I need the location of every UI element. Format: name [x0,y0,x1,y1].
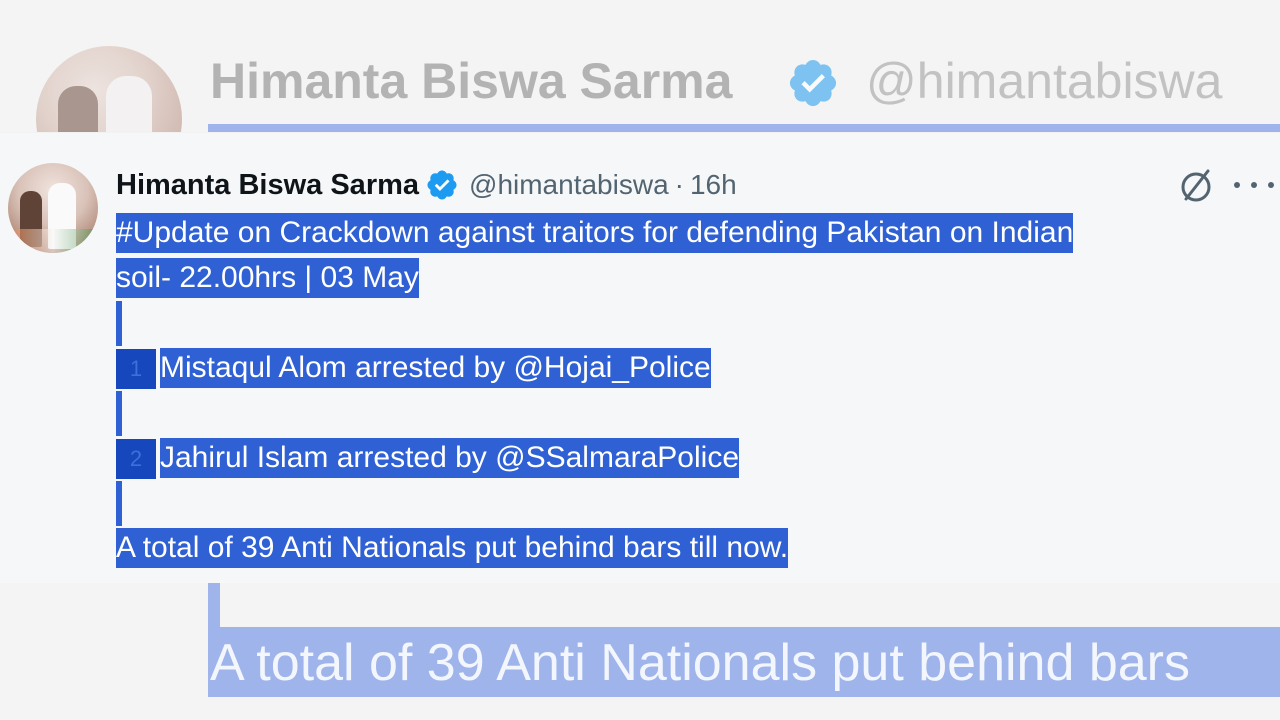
arrest-item-1-text: Mistaqul Alom arrested by @Hojai_Police [160,348,711,388]
more-options-icon[interactable] [1234,167,1274,203]
tweet-timestamp[interactable]: 16h [690,169,737,201]
background-selection-stub [208,583,220,627]
background-zoomed-text: A total of 39 Anti Nationals put behind … [210,634,1191,692]
background-zoomed-header: Himanta Biswa Sarma @himantabiswa [0,0,1280,132]
tweet-blank-line [116,391,1266,436]
header-separator: · [674,169,684,200]
background-handle: @himantabiswa [866,53,1223,109]
tweet-line-2: soil- 22.00hrs | 03 May [116,258,419,298]
background-avatar [36,46,182,132]
arrest-item-2-text: Jahirul Islam arrested by @SSalmaraPolic… [160,438,740,478]
tweet-card[interactable]: Himanta Biswa Sarma @himantabiswa · 16h … [0,133,1280,583]
tweet-header: Himanta Biswa Sarma @himantabiswa · 16h [116,167,737,203]
tweet-text: #Update on Crackdown against traitors fo… [116,211,1266,571]
background-author-name: Himanta Biswa Sarma [210,53,733,109]
grok-icon[interactable] [1176,165,1216,205]
arrest-item-1: 1 Mistaqul Alom arrested by @Hojai_Police [116,346,1266,391]
tweet-blank-line [116,301,1266,346]
tweet-blank-line [116,481,1266,526]
verified-badge-icon[interactable] [425,168,459,202]
background-selection-strip [208,124,1280,132]
tweet-line-1: #Update on Crackdown against traitors fo… [116,213,1074,253]
screenshot-stage: Himanta Biswa Sarma @himantabiswa Himant… [0,0,1280,720]
background-zoomed-footer: A total of 39 Anti Nationals put behind … [0,583,1280,720]
tweet-total-line: A total of 39 Anti Nationals put behind … [116,528,789,568]
background-verified-badge-icon [789,59,837,107]
keycap-number-2: 2 [116,439,156,480]
arrest-item-2: 2 Jahirul Islam arrested by @SSalmaraPoli… [116,436,1266,481]
keycap-number-1: 1 [116,349,156,390]
author-name[interactable]: Himanta Biswa Sarma [116,169,419,202]
author-handle[interactable]: @himantabiswa [469,169,669,201]
author-avatar[interactable] [8,163,98,253]
